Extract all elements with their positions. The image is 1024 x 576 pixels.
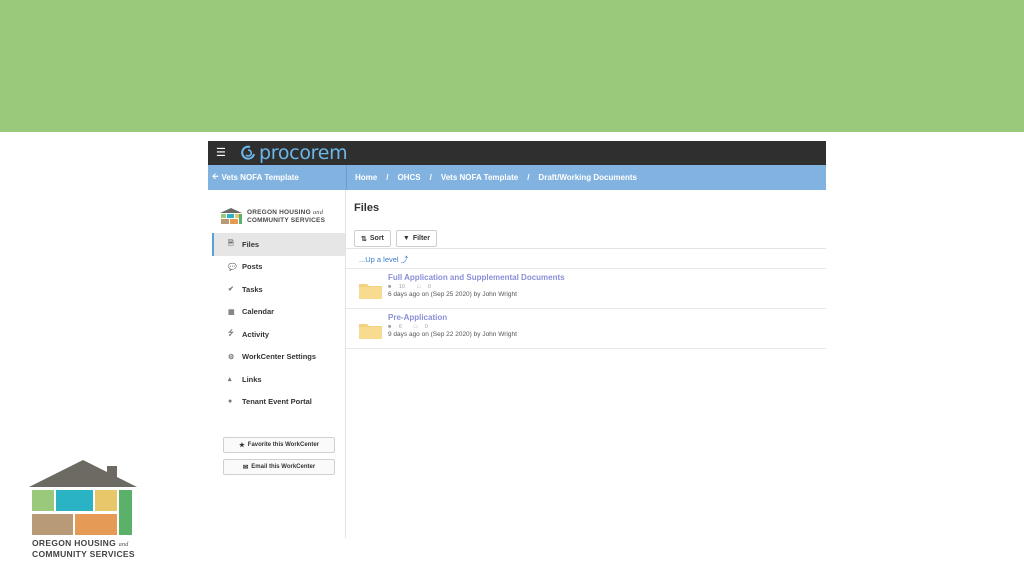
folder-counts: ■ 10 □ 0 (388, 284, 565, 291)
sidebar-item-label: WorkCenter Settings (242, 352, 317, 362)
breadcrumb-bar: 🡨 Vets NOFA Template Home / OHCS / Vets … (208, 165, 826, 190)
gear-icon: ⚙ (228, 353, 235, 361)
sort-icon: ⇅ (361, 235, 367, 243)
favorite-workcenter-button[interactable]: ★ Favorite this WorkCenter (223, 437, 335, 453)
sidebar-item-workcenter-settings[interactable]: ⚙ WorkCenter Settings (212, 346, 345, 369)
org-name-and: and (312, 209, 324, 217)
filter-icon: ▼ (402, 235, 410, 242)
back-link[interactable]: 🡨 Vets NOFA Template (208, 165, 347, 190)
list-divider (346, 348, 826, 349)
subfolder-count-icon: □ (416, 283, 421, 290)
sort-button[interactable]: ⇅ Sort (354, 230, 391, 247)
main-content: Files ⇅ Sort ▼ Filter ...Up a level ⤴ Fu… (346, 190, 826, 538)
level-up-icon: ⤴ (400, 255, 409, 264)
footer-org-and: and (118, 542, 129, 548)
sidebar-item-label: Tenant Event Portal (242, 397, 312, 407)
folder-meta: 9 days ago on (Sep 22 2020) by John Wrig… (388, 331, 517, 339)
favorite-button-label: Favorite this WorkCenter (247, 442, 320, 448)
arrow-left-icon: 🡨 (212, 171, 219, 181)
filter-label: Filter (412, 235, 430, 242)
breadcrumb-separator: / (386, 173, 389, 182)
file-count-icon: ■ (388, 323, 392, 330)
folder-name-link[interactable]: Full Application and Supplemental Docume… (388, 273, 565, 283)
calendar-icon: ▦ (228, 308, 235, 316)
sidebar-item-files[interactable]: 🗎 Files (212, 233, 345, 256)
breadcrumb-separator: / (527, 173, 530, 182)
hamburger-menu-icon[interactable]: ☰ (216, 147, 230, 159)
up-a-level-label: ...Up a level (359, 255, 399, 264)
subfolder-count-icon: □ (413, 323, 418, 330)
email-workcenter-button[interactable]: ✉ Email this WorkCenter (223, 459, 335, 475)
email-button-label: Email this WorkCenter (251, 464, 316, 470)
folder-row[interactable]: Full Application and Supplemental Docume… (346, 268, 826, 308)
org-name-line2: COMMUNITY SERVICES (247, 216, 326, 224)
file-count: 6 (398, 323, 402, 330)
folder-counts: ■ 6 □ 0 (388, 324, 517, 331)
footer-org-line1: OREGON HOUSING (32, 538, 117, 548)
folder-name-link[interactable]: Pre-Application (388, 313, 517, 323)
ohcs-house-icon (220, 207, 242, 224)
file-count: 10 (398, 283, 405, 290)
folder-meta: 6 days ago on (Sep 25 2020) by John Wrig… (388, 291, 517, 299)
sidebar-item-label: Posts (242, 262, 263, 272)
sidebar-item-label: Calendar (242, 307, 275, 317)
top-banner (0, 0, 1024, 132)
breadcrumb-home[interactable]: Home (355, 173, 377, 182)
breadcrumb-ohcs[interactable]: OHCS (397, 173, 420, 182)
envelope-icon: ✉ (242, 464, 249, 471)
breadcrumb-separator: / (429, 173, 432, 182)
sidebar-item-links[interactable]: ▴ Links (212, 368, 345, 391)
breadcrumb: Home / OHCS / Vets NOFA Template / Draft… (347, 173, 637, 182)
breadcrumb-current-folder[interactable]: Draft/Working Documents (538, 173, 637, 182)
sidebar-item-label: Tasks (242, 284, 263, 294)
procorem-wordmark: procorem (259, 141, 348, 164)
sidebar-item-posts[interactable]: 💬 Posts (212, 256, 345, 279)
sitemap-icon: ▴ (228, 376, 232, 384)
check-icon: ✔ (228, 286, 234, 294)
footer-org-line2: COMMUNITY SERVICES (32, 549, 135, 560)
file-toolbar: ⇅ Sort ▼ Filter (354, 230, 826, 248)
users-icon: ● (228, 398, 233, 406)
procorem-window: ☰ procorem 🡨 Vets NOFA Template Home / O… (208, 141, 826, 538)
star-icon: ★ (238, 442, 245, 449)
page-title: Files (354, 202, 380, 214)
file-icon: 🗎 (228, 239, 234, 247)
procorem-logo[interactable]: procorem (240, 141, 348, 164)
file-count-icon: ■ (388, 283, 392, 290)
org-name: OREGON HOUSING and COMMUNITY SERVICES (247, 209, 325, 224)
breadcrumb-vets-nofa-template[interactable]: Vets NOFA Template (441, 173, 518, 182)
folder-icon (359, 324, 382, 339)
back-link-label: Vets NOFA Template (221, 173, 299, 182)
sidebar-nav: 🗎 Files 💬 Posts ✔ Tasks ▦ Calendar ⭍ Act… (208, 233, 345, 413)
sidebar-item-tenant-event-portal[interactable]: ● Tenant Event Portal (212, 391, 345, 414)
sidebar-item-activity[interactable]: ⭍ Activity (212, 323, 345, 346)
bolt-icon: ⭍ (228, 329, 234, 337)
subfolder-count: 0 (427, 283, 431, 290)
procorem-logo-icon (241, 145, 255, 160)
org-logo: OREGON HOUSING and COMMUNITY SERVICES (208, 190, 345, 230)
sidebar: OREGON HOUSING and COMMUNITY SERVICES 🗎 … (208, 190, 346, 538)
sidebar-item-tasks[interactable]: ✔ Tasks (212, 278, 345, 301)
folder-icon (359, 284, 382, 299)
sidebar-item-label: Links (242, 374, 262, 384)
folder-row[interactable]: Pre-Application ■ 6 □ 0 9 days ago on (S… (346, 308, 826, 348)
up-a-level-link[interactable]: ...Up a level ⤴ (354, 254, 826, 268)
sort-label: Sort (369, 235, 384, 242)
comments-icon: 💬 (228, 263, 237, 271)
footer-org-name: OREGON HOUSING and COMMUNITY SERVICES (32, 538, 135, 559)
filter-button[interactable]: ▼ Filter (395, 230, 437, 247)
subfolder-count: 0 (424, 323, 428, 330)
top-navbar: ☰ procorem (208, 141, 826, 165)
sidebar-item-label: Activity (242, 329, 270, 339)
toolbar-divider (346, 248, 826, 249)
org-name-line1: OREGON HOUSING (247, 209, 311, 217)
sidebar-item-calendar[interactable]: ▦ Calendar (212, 301, 345, 324)
sidebar-item-label: Files (242, 239, 260, 249)
